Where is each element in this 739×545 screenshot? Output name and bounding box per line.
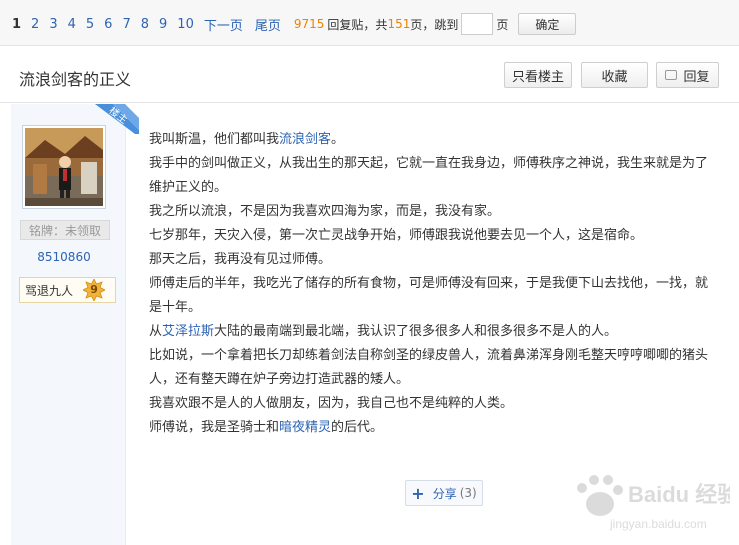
page-link-8[interactable]: 8 — [141, 17, 149, 32]
total-pages: 151 — [387, 17, 411, 31]
page-link-3[interactable]: 3 — [49, 17, 57, 32]
post-line: 七岁那年，天灾入侵，第一次亡灵战争开始，师傅跟我说他要去见一个人，这是宿命。 — [149, 228, 644, 243]
watermark-brand: Baidu 经验 — [628, 482, 730, 507]
thread-title-bar: 流浪剑客的正义 只看楼主 收藏 回复 — [0, 47, 739, 103]
share-count: (3) — [459, 486, 477, 500]
level-name: 骂退九人 — [25, 283, 74, 298]
reply-count: 9715 — [293, 17, 325, 31]
favorite-button[interactable]: 收藏 — [581, 62, 648, 88]
page-link-7[interactable]: 7 — [122, 17, 130, 32]
reply-icon — [665, 70, 678, 80]
post-line: 师傅说，我是圣骑士和暗夜精灵的后代。 — [149, 420, 384, 435]
pager: 1 2 3 4 5 6 7 8 9 10 下一页 尾页 9715 回复贴，共 1… — [12, 12, 577, 36]
user-id-link[interactable]: 8510860 — [11, 250, 117, 264]
page-link-6[interactable]: 6 — [104, 17, 112, 32]
author-sidebar: 铭牌：未领取 8510860 骂退九人 9 — [11, 104, 126, 545]
keyword-link[interactable]: 流浪剑客 — [279, 132, 331, 147]
post-line: 我叫斯温，他们都叫我流浪剑客。 — [149, 132, 345, 147]
post-line: 从艾泽拉斯大陆的最南端到最北端，我认识了很多很多人和很多很多不是人的人。 — [149, 324, 618, 339]
reply-button-label: 回复 — [683, 69, 710, 85]
post-line: 师傅走后的半年，我吃光了储存的所有食物，可是师傅没有回来，于是我便下山去找他，一… — [149, 276, 709, 315]
post-content: 我叫斯温，他们都叫我流浪剑客。 我手中的剑叫做正义，从我出生的那天起，它就一直在… — [149, 128, 719, 440]
pager-bar: 1 2 3 4 5 6 7 8 9 10 下一页 尾页 9715 回复贴，共 1… — [0, 0, 739, 46]
post-line: 我喜欢跟不是人的人做朋友，因为，我自己也不是纯粹的人类。 — [149, 396, 514, 411]
level-number: 9 — [90, 283, 98, 296]
user-level: 骂退九人 9 — [19, 277, 116, 303]
post-line: 那天之后，我再没有见过师傅。 — [149, 252, 332, 267]
post-line: 我手中的剑叫做正义，从我出生的那天起，它就一直在我身边，师傅秩序之神说，我生来就… — [149, 156, 709, 195]
only-op-button[interactable]: 只看楼主 — [504, 62, 572, 88]
reply-button[interactable]: 回复 — [656, 62, 719, 88]
page-link-5[interactable]: 5 — [86, 17, 94, 32]
keyword-link[interactable]: 艾泽拉斯 — [162, 324, 214, 339]
page-link-10[interactable]: 10 — [177, 17, 194, 32]
share-label: 分享 — [432, 486, 457, 501]
avatar[interactable] — [22, 125, 106, 209]
badge-status[interactable]: 铭牌：未领取 — [20, 220, 110, 240]
plus-icon: + — [411, 483, 425, 503]
page-current: 1 — [12, 16, 22, 32]
confirm-jump-button[interactable]: 确定 — [518, 13, 577, 35]
page-link-9[interactable]: 9 — [159, 17, 167, 32]
last-page-link[interactable]: 尾页 — [255, 15, 281, 34]
page-unit: 页 — [496, 17, 509, 32]
jump-label: 页，跳到 — [410, 17, 459, 32]
post-line: 我之所以流浪，不是因为我喜欢四海为家，而是，我没有家。 — [149, 204, 501, 219]
avatar-image — [25, 128, 103, 206]
page-link-2[interactable]: 2 — [31, 17, 39, 32]
reply-info: 9715 回复贴，共 151 页，跳到 页 确定 — [294, 13, 577, 35]
op-tag: 楼主 — [95, 104, 139, 134]
baidu-watermark: Baidu 经验 jingyan.baidu.com — [570, 466, 739, 536]
keyword-link[interactable]: 暗夜精灵 — [279, 420, 331, 435]
share-button[interactable]: + 分享 (3) — [405, 480, 483, 506]
thread-title: 流浪剑客的正义 — [19, 70, 132, 89]
level-star-icon: 9 — [83, 279, 106, 301]
reply-label: 回复贴，共 — [327, 17, 388, 32]
next-page-link[interactable]: 下一页 — [204, 15, 243, 34]
post-line: 比如说，一个拿着把长刀却练着剑法自称剑圣的绿皮兽人，流着鼻涕浑身刚毛整天哼哼唧唧… — [149, 348, 709, 387]
page-link-4[interactable]: 4 — [68, 17, 76, 32]
watermark-image: Baidu 经验 jingyan.baidu.com — [577, 475, 739, 531]
jump-page-input[interactable] — [461, 13, 494, 35]
watermark-url: jingyan.baidu.com — [609, 517, 707, 531]
